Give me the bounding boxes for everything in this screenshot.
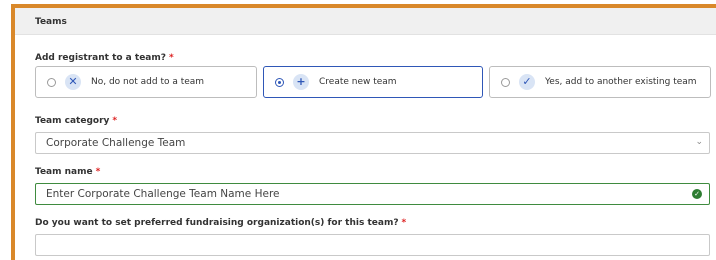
- required-marker: *: [95, 167, 101, 177]
- teams-panel: Teams Add registrant to a team? * ✕ No, d…: [11, 4, 716, 260]
- option-no-team-label: No, do not add to a team: [91, 77, 205, 87]
- team-name-value: Enter Corporate Challenge Team Name Here: [46, 188, 280, 200]
- plus-icon: +: [293, 74, 309, 90]
- fundraising-input[interactable]: [35, 234, 710, 256]
- fundraising-label: Do you want to set preferred fundraising…: [35, 218, 407, 228]
- chevron-down-icon: ⌄: [695, 137, 703, 147]
- valid-check-icon: ✓: [692, 189, 702, 199]
- required-marker: *: [168, 53, 174, 63]
- option-no-team[interactable]: ✕ No, do not add to a team: [35, 66, 257, 98]
- check-icon: ✓: [519, 74, 535, 90]
- radio-no-team[interactable]: [47, 77, 56, 87]
- option-existing-team-label: Yes, add to another existing team: [545, 77, 697, 87]
- team-category-select[interactable]: Corporate Challenge Team ⌄: [35, 132, 710, 154]
- option-create-team[interactable]: + Create new team: [263, 66, 483, 98]
- team-category-value: Corporate Challenge Team: [46, 137, 186, 149]
- required-marker: *: [401, 218, 407, 228]
- team-name-input[interactable]: Enter Corporate Challenge Team Name Here…: [35, 183, 710, 205]
- close-icon: ✕: [65, 74, 81, 90]
- section-title: Teams: [15, 8, 716, 35]
- required-marker: *: [112, 116, 118, 126]
- radio-create-team[interactable]: [275, 77, 284, 87]
- add-registrant-label: Add registrant to a team? *: [35, 53, 174, 63]
- team-category-label: Team category *: [35, 116, 118, 126]
- option-create-team-label: Create new team: [319, 77, 397, 87]
- radio-existing-team[interactable]: [501, 77, 510, 87]
- option-existing-team[interactable]: ✓ Yes, add to another existing team: [489, 66, 711, 98]
- team-name-label: Team name *: [35, 167, 101, 177]
